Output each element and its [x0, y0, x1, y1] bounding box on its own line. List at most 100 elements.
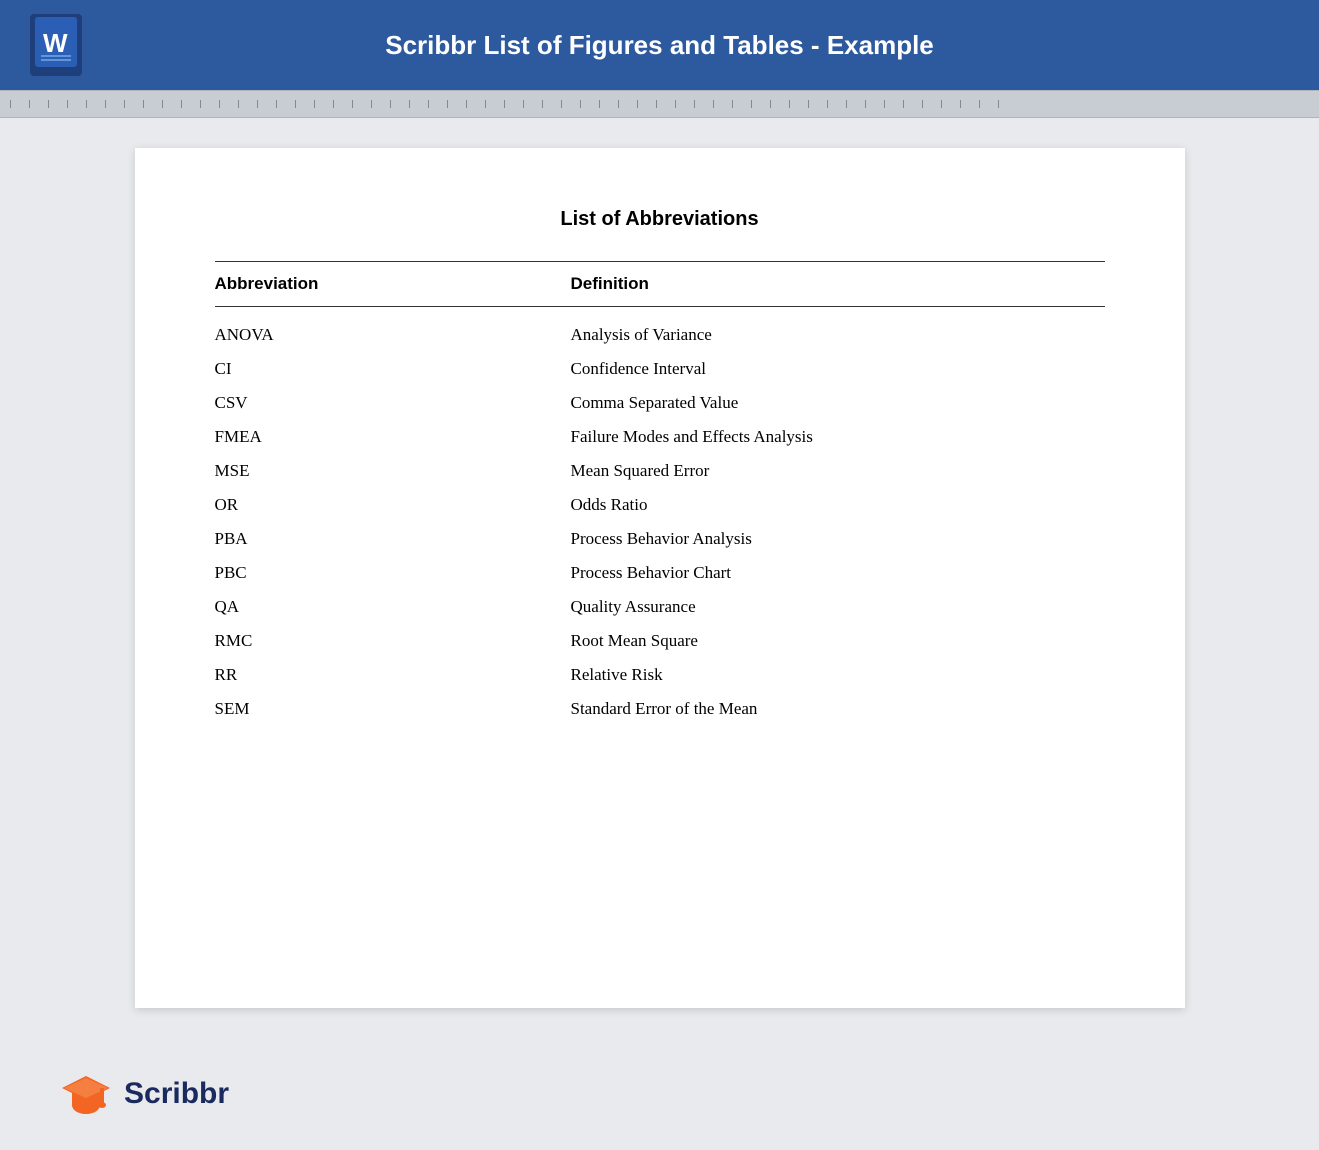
- table-row: RMCRoot Mean Square: [215, 624, 1105, 658]
- table-row: MSEMean Squared Error: [215, 454, 1105, 488]
- ruler-tick: [770, 100, 771, 108]
- ruler-tick: [998, 100, 999, 108]
- table-row: ANOVAAnalysis of Variance: [215, 307, 1105, 353]
- table-row: RRRelative Risk: [215, 658, 1105, 692]
- ruler-tick: [143, 100, 144, 108]
- ruler-tick: [656, 100, 657, 108]
- definition-cell: Odds Ratio: [571, 488, 1105, 522]
- ruler-tick: [485, 100, 486, 108]
- abbreviation-cell: RR: [215, 658, 571, 692]
- table-row: OROdds Ratio: [215, 488, 1105, 522]
- ruler-tick: [713, 100, 714, 108]
- abbreviation-cell: CSV: [215, 386, 571, 420]
- scribbr-logo: Scribbr: [60, 1068, 229, 1120]
- table-row: CSVComma Separated Value: [215, 386, 1105, 420]
- ruler-tick: [504, 100, 505, 108]
- abbreviations-table: Abbreviation Definition ANOVAAnalysis of…: [215, 261, 1105, 726]
- definition-cell: Failure Modes and Effects Analysis: [571, 420, 1105, 454]
- definition-cell: Quality Assurance: [571, 590, 1105, 624]
- definition-cell: Process Behavior Analysis: [571, 522, 1105, 556]
- ruler-tick: [865, 100, 866, 108]
- ruler-tick: [732, 100, 733, 108]
- page-title-header: Scribbr List of Figures and Tables - Exa…: [102, 30, 1217, 61]
- header-bar: W Scribbr List of Figures and Tables - E…: [0, 0, 1319, 90]
- ruler-tick: [618, 100, 619, 108]
- ruler-tick: [390, 100, 391, 108]
- abbreviation-cell: CI: [215, 352, 571, 386]
- document-page: List of Abbreviations Abbreviation Defin…: [135, 148, 1185, 1008]
- abbreviation-cell: OR: [215, 488, 571, 522]
- abbreviation-cell: RMC: [215, 624, 571, 658]
- definition-cell: Root Mean Square: [571, 624, 1105, 658]
- ruler-tick: [694, 100, 695, 108]
- ruler-tick: [181, 100, 182, 108]
- ruler-tick: [561, 100, 562, 108]
- ruler-tick: [219, 100, 220, 108]
- document-title: List of Abbreviations: [215, 208, 1105, 231]
- definition-cell: Process Behavior Chart: [571, 556, 1105, 590]
- ruler-tick: [808, 100, 809, 108]
- footer: Scribbr: [0, 1048, 1319, 1150]
- ruler-tick: [941, 100, 942, 108]
- ruler-tick: [827, 100, 828, 108]
- ruler-tick: [314, 100, 315, 108]
- ruler-tick: [580, 100, 581, 108]
- ruler-tick: [86, 100, 87, 108]
- col-definition-header: Definition: [571, 262, 1105, 307]
- abbreviation-cell: MSE: [215, 454, 571, 488]
- svg-text:W: W: [43, 28, 68, 58]
- ruler-tick: [48, 100, 49, 108]
- definition-cell: Confidence Interval: [571, 352, 1105, 386]
- table-row: QAQuality Assurance: [215, 590, 1105, 624]
- ruler-tick: [466, 100, 467, 108]
- abbreviation-cell: PBC: [215, 556, 571, 590]
- ruler-tick: [789, 100, 790, 108]
- ruler-tick: [599, 100, 600, 108]
- ruler-tick: [333, 100, 334, 108]
- table-row: FMEAFailure Modes and Effects Analysis: [215, 420, 1105, 454]
- definition-cell: Comma Separated Value: [571, 386, 1105, 420]
- abbreviation-cell: SEM: [215, 692, 571, 726]
- abbreviation-cell: QA: [215, 590, 571, 624]
- ruler-tick: [200, 100, 201, 108]
- word-icon-letter: W: [35, 17, 77, 74]
- abbreviation-cell: PBA: [215, 522, 571, 556]
- ruler-tick: [903, 100, 904, 108]
- ruler-tick: [637, 100, 638, 108]
- ruler-tick: [124, 100, 125, 108]
- col-abbreviation-header: Abbreviation: [215, 262, 571, 307]
- ruler-tick: [371, 100, 372, 108]
- ruler-tick: [238, 100, 239, 108]
- definition-cell: Mean Squared Error: [571, 454, 1105, 488]
- ruler-tick: [979, 100, 980, 108]
- ruler-tick: [523, 100, 524, 108]
- scribbr-brand-name: Scribbr: [124, 1077, 229, 1111]
- ruler-tick: [447, 100, 448, 108]
- ruler: [0, 90, 1319, 118]
- table-row: PBAProcess Behavior Analysis: [215, 522, 1105, 556]
- definition-cell: Standard Error of the Mean: [571, 692, 1105, 726]
- ruler-tick: [960, 100, 961, 108]
- ruler-tick: [29, 100, 30, 108]
- abbreviation-cell: FMEA: [215, 420, 571, 454]
- ruler-tick: [105, 100, 106, 108]
- ruler-tick: [257, 100, 258, 108]
- abbreviation-cell: ANOVA: [215, 307, 571, 353]
- definition-cell: Relative Risk: [571, 658, 1105, 692]
- ruler-tick: [884, 100, 885, 108]
- table-header-row: Abbreviation Definition: [215, 262, 1105, 307]
- ruler-tick: [675, 100, 676, 108]
- ruler-tick: [352, 100, 353, 108]
- ruler-tick: [409, 100, 410, 108]
- ruler-tick: [751, 100, 752, 108]
- table-row: PBCProcess Behavior Chart: [215, 556, 1105, 590]
- ruler-tick: [295, 100, 296, 108]
- table-row: SEMStandard Error of the Mean: [215, 692, 1105, 726]
- ruler-tick: [162, 100, 163, 108]
- table-row: CIConfidence Interval: [215, 352, 1105, 386]
- word-icon: W: [30, 14, 82, 76]
- ruler-tick: [276, 100, 277, 108]
- scribbr-hat-icon: [60, 1068, 112, 1120]
- ruler-tick: [922, 100, 923, 108]
- ruler-tick: [428, 100, 429, 108]
